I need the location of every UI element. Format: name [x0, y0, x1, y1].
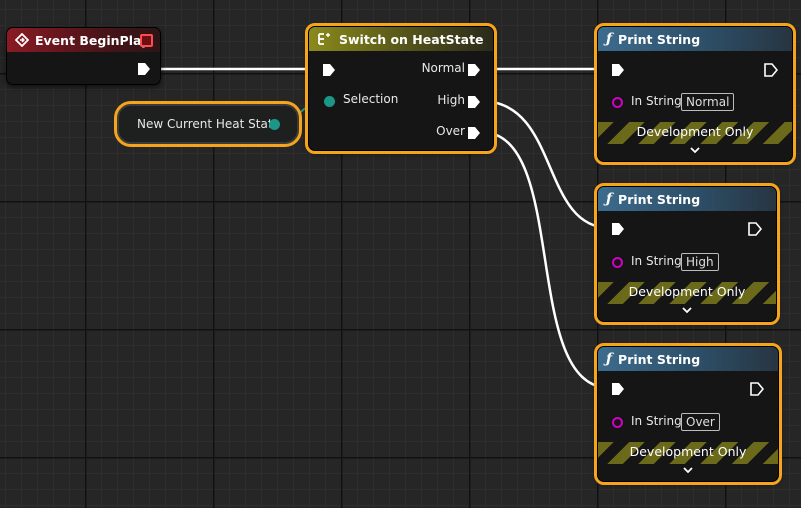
event-diamond-icon	[15, 33, 29, 47]
switch-on-heatstate-node[interactable]: Switch on HeatState Selection Normal Hig…	[305, 23, 497, 154]
exec-wire-over	[480, 130, 611, 390]
print-string-header[interactable]: ƒ Print String	[598, 347, 778, 371]
development-only-label: Development Only	[636, 124, 754, 139]
exec-input-pin[interactable]	[611, 382, 625, 396]
selection-input-pin[interactable]	[324, 96, 335, 107]
print-string-header[interactable]: ƒ Print String	[598, 187, 776, 211]
output-label-high: High	[437, 93, 465, 107]
print-string-node-high[interactable]: ƒ Print String In String High Developmen…	[594, 183, 780, 325]
switch-title: Switch on HeatState	[339, 31, 484, 47]
event-delegate-icon[interactable]	[140, 34, 153, 47]
exec-output-pin[interactable]	[764, 63, 778, 77]
chevron-down-icon[interactable]	[682, 467, 694, 475]
exec-output-pin[interactable]	[748, 222, 762, 236]
output-label-normal: Normal	[421, 61, 465, 75]
print-string-header[interactable]: ƒ Print String	[598, 27, 792, 51]
exec-output-high[interactable]	[467, 95, 481, 109]
chevron-down-icon[interactable]	[681, 307, 693, 315]
event-beginplay-node[interactable]: Event BeginPlay	[6, 27, 161, 85]
development-only-label: Development Only	[628, 284, 746, 299]
variable-output-pin[interactable]	[269, 119, 280, 130]
exec-output-pin[interactable]	[750, 382, 764, 396]
in-string-pin[interactable]	[612, 417, 623, 428]
in-string-pin[interactable]	[612, 257, 623, 268]
function-f-icon: ƒ	[606, 31, 613, 47]
function-f-icon: ƒ	[606, 351, 613, 367]
in-string-label: In String	[631, 414, 682, 428]
exec-output-over[interactable]	[467, 126, 481, 140]
selection-label: Selection	[343, 92, 399, 106]
exec-input-pin[interactable]	[611, 222, 625, 236]
output-label-over: Over	[436, 124, 465, 138]
in-string-label: In String	[631, 94, 682, 108]
in-string-pin[interactable]	[612, 97, 623, 108]
event-beginplay-title: Event BeginPlay	[35, 32, 150, 48]
switch-icon	[318, 33, 330, 45]
print-string-node-over[interactable]: ƒ Print String In String Over Developmen…	[594, 343, 782, 485]
exec-wire-high	[480, 99, 611, 230]
print-string-node-normal[interactable]: ƒ Print String In String Normal Developm…	[594, 23, 796, 165]
print-string-title: Print String	[618, 351, 701, 367]
in-string-label: In String	[631, 254, 682, 268]
heat-state-variable-node[interactable]: New Current Heat State	[114, 101, 302, 147]
chevron-down-icon[interactable]	[689, 147, 701, 155]
exec-input-pin[interactable]	[611, 63, 625, 77]
in-string-value-field[interactable]: High	[681, 253, 719, 271]
exec-output-pin[interactable]	[137, 62, 151, 76]
development-only-label: Development Only	[629, 444, 747, 459]
variable-label: New Current Heat State	[137, 117, 280, 131]
print-string-title: Print String	[618, 31, 701, 47]
exec-output-normal[interactable]	[467, 63, 481, 77]
event-beginplay-header[interactable]: Event BeginPlay	[7, 28, 160, 52]
print-string-title: Print String	[618, 191, 701, 207]
exec-input-pin[interactable]	[322, 63, 336, 77]
in-string-value-field[interactable]: Normal	[681, 93, 735, 111]
in-string-value-field[interactable]: Over	[681, 413, 720, 431]
function-f-icon: ƒ	[606, 191, 613, 207]
switch-header[interactable]: Switch on HeatState	[309, 27, 493, 51]
